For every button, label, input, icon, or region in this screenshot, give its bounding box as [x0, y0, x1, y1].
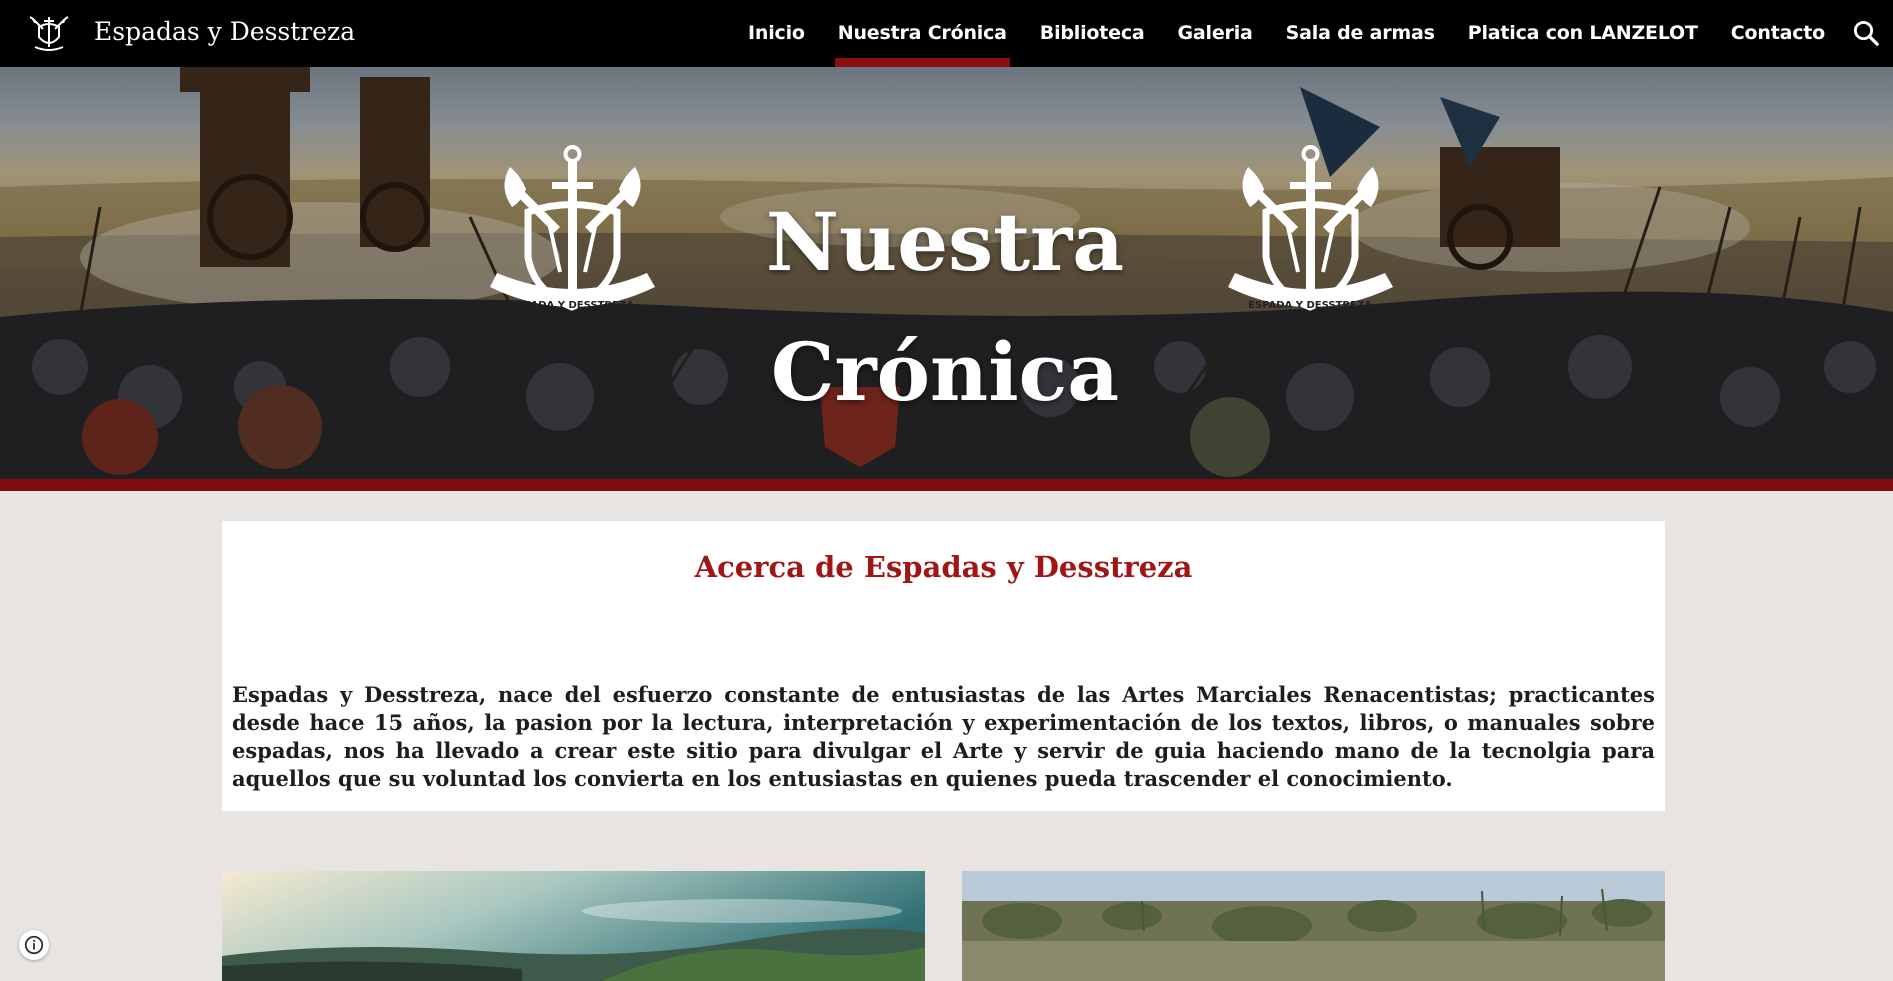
hero-title: Nuestra Crónica — [690, 177, 1200, 437]
about-title: Acerca de Espadas y Desstreza — [694, 550, 1193, 584]
svg-text:ESPADA Y DESSTREZA: ESPADA Y DESSTREZA — [510, 300, 634, 311]
search-icon[interactable] — [1851, 18, 1881, 48]
landscape-image — [222, 871, 925, 981]
crest-logo-icon[interactable] — [27, 11, 71, 55]
nav-inicio[interactable]: Inicio — [748, 0, 805, 67]
about-card: Acerca de Espadas y Desstreza Espadas y … — [222, 521, 1665, 811]
info-icon — [24, 935, 44, 955]
site-name-link[interactable]: Espadas y Desstreza — [94, 17, 355, 46]
hero-title-line1: Nuestra — [765, 195, 1125, 289]
hero-title-line2: Crónica — [770, 325, 1120, 419]
hero-banner: ESPADA Y DESSTREZA Nuestra Crónica ESPAD… — [0, 67, 1893, 479]
about-text: Espadas y Desstreza, nace del esfuerzo c… — [232, 682, 1655, 791]
nav-platica-con-lanzelot[interactable]: Platica con LANZELOT — [1468, 0, 1698, 67]
nav-sala-de-armas[interactable]: Sala de armas — [1286, 0, 1435, 67]
top-navigation: Espadas y Desstreza Inicio Nuestra Cróni… — [0, 0, 1893, 67]
nav-nuestra-cronica[interactable]: Nuestra Crónica — [834, 0, 1010, 67]
nav-galeria[interactable]: Galeria — [1178, 0, 1253, 67]
site-info-button[interactable] — [19, 930, 49, 960]
nav-contacto[interactable]: Contacto — [1731, 0, 1825, 67]
nav-biblioteca[interactable]: Biblioteca — [1040, 0, 1145, 67]
hero-divider — [0, 479, 1893, 491]
field-image — [962, 871, 1665, 981]
crest-emblem-icon: ESPADA Y DESSTREZA — [490, 145, 655, 311]
svg-text:ESPADA Y DESSTREZA: ESPADA Y DESSTREZA — [1248, 300, 1372, 311]
main-menu: Inicio Nuestra Crónica Biblioteca Galeri… — [715, 0, 1825, 67]
crest-emblem-icon: ESPADA Y DESSTREZA — [1228, 145, 1393, 311]
